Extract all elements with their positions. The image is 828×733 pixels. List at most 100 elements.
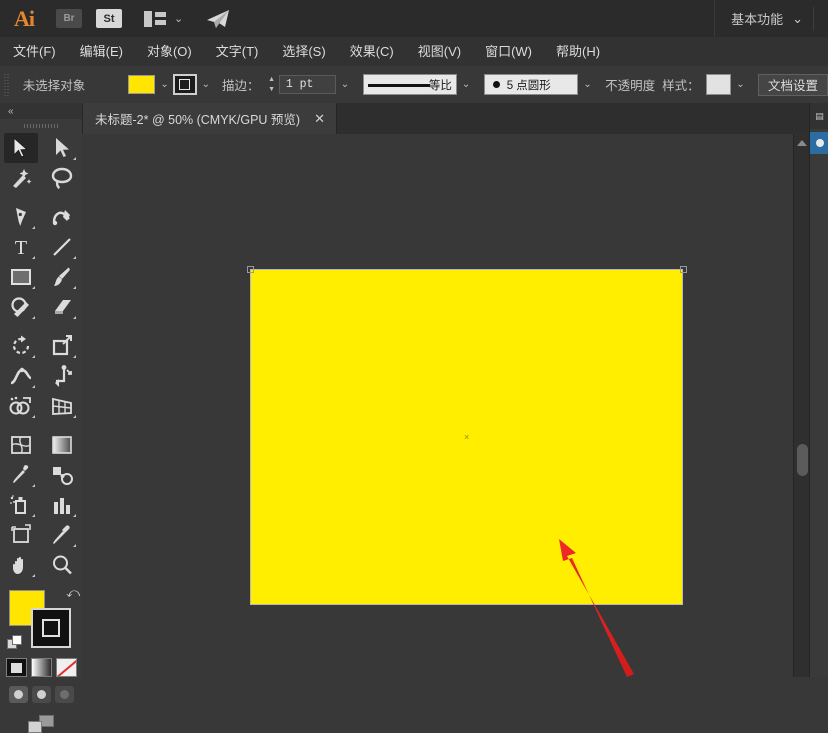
fill-chevron-down-icon[interactable]: ⌄	[160, 79, 168, 90]
perspective-grid-tool[interactable]	[45, 391, 79, 421]
pen-tool[interactable]	[4, 202, 38, 232]
free-transform-tool[interactable]	[45, 361, 79, 391]
lasso-tool[interactable]	[45, 163, 79, 193]
eyedropper-tool[interactable]	[4, 460, 38, 490]
bridge-icon[interactable]: Br	[56, 9, 82, 28]
document-setup-button[interactable]: 文档设置	[758, 73, 828, 96]
canvas-area[interactable]: ×	[82, 134, 793, 677]
stroke-weight-input[interactable]: 1 pt	[278, 75, 336, 94]
shaper-tool[interactable]	[4, 292, 38, 322]
scroll-up-arrow-icon[interactable]	[797, 140, 807, 146]
menu-view[interactable]: 视图(V)	[406, 37, 473, 66]
change-screen-mode-button[interactable]	[0, 715, 82, 733]
tool-flyout-indicator-icon	[72, 355, 76, 358]
swap-fill-stroke-icon[interactable]: ⤺	[66, 585, 80, 601]
stroke-weight-chevron-down-icon[interactable]: ⌄	[341, 79, 349, 90]
fill-color-swatch[interactable]	[128, 75, 156, 94]
artboard[interactable]: ×	[250, 269, 683, 605]
symbol-sprayer-tool[interactable]	[4, 490, 38, 520]
stroke-color-indicator[interactable]	[31, 608, 71, 648]
drawing-mode-normal-button[interactable]	[8, 686, 28, 703]
slice-tool[interactable]	[45, 520, 79, 550]
scrollbar-thumb[interactable]	[797, 444, 808, 476]
hand-tool[interactable]	[4, 550, 38, 580]
tool-flyout-indicator-icon	[72, 316, 76, 319]
share-icon[interactable]	[205, 8, 231, 30]
color-button[interactable]	[5, 658, 27, 677]
control-bar-grip[interactable]	[4, 73, 9, 96]
brush-preview-icon	[492, 81, 500, 88]
tool-flyout-indicator-icon	[31, 484, 35, 487]
ai-logo-icon: Ai	[14, 5, 35, 31]
brush-definition-dropdown[interactable]: 5 点圆形	[483, 74, 579, 95]
stroke-weight-stepper[interactable]: ▲ ▼	[266, 75, 276, 94]
menu-select[interactable]: 选择(S)	[270, 37, 337, 66]
eraser-tool[interactable]	[45, 292, 79, 322]
artboard-corner-handle[interactable]	[247, 266, 254, 273]
layers-icon[interactable]	[810, 132, 828, 154]
properties-icon[interactable]: ▤	[810, 103, 828, 129]
document-tab[interactable]: 未标题-2* @ 50% (CMYK/GPU 预览) ✕	[82, 103, 337, 134]
drawing-mode-inside-button[interactable]	[54, 686, 74, 703]
style-chevron-down-icon[interactable]: ⌄	[736, 79, 744, 90]
tool-flyout-indicator-icon	[72, 415, 76, 418]
selection-tool[interactable]	[3, 133, 38, 163]
rectangle-tool[interactable]	[4, 262, 38, 292]
column-graph-tool[interactable]	[45, 490, 79, 520]
stroke-weight-label: 描边：	[221, 79, 260, 93]
width-tool[interactable]	[4, 361, 38, 391]
workspace-chevron-down-icon[interactable]: ⌄	[792, 11, 803, 27]
tool-flyout-indicator-icon	[31, 385, 35, 388]
stroke-profile-chevron-down-icon[interactable]: ⌄	[462, 79, 470, 90]
tool-flyout-indicator-icon	[72, 544, 76, 547]
artboard-corner-handle[interactable]	[680, 266, 687, 273]
mesh-tool[interactable]	[4, 430, 38, 460]
menu-object[interactable]: 对象(O)	[135, 37, 204, 66]
curvature-tool[interactable]	[45, 202, 79, 232]
brush-chevron-down-icon[interactable]: ⌄	[583, 79, 591, 90]
arrange-documents-icon[interactable]	[144, 10, 166, 27]
tool-flyout-indicator-icon	[31, 226, 35, 229]
blend-tool[interactable]	[45, 460, 79, 490]
opacity-label[interactable]: 不透明度	[605, 75, 655, 94]
stroke-profile-dropdown[interactable]: 等比	[362, 74, 457, 95]
menu-effect[interactable]: 效果(C)	[338, 37, 406, 66]
line-segment-tool[interactable]	[45, 232, 79, 262]
collapse-panel-icon[interactable]: «	[8, 106, 13, 117]
none-button[interactable]	[55, 658, 77, 677]
stock-icon[interactable]: St	[96, 9, 122, 28]
scale-tool[interactable]	[45, 331, 79, 361]
drawing-mode-behind-button[interactable]	[31, 686, 51, 703]
rotate-tool[interactable]	[4, 331, 38, 361]
gradient-button[interactable]	[30, 658, 52, 677]
menu-file[interactable]: 文件(F)	[0, 37, 68, 66]
type-tool[interactable]: T	[4, 232, 38, 262]
svg-text:T: T	[14, 237, 26, 258]
shape-builder-tool[interactable]	[4, 391, 38, 421]
appbar-divider	[813, 6, 814, 31]
menu-help[interactable]: 帮助(H)	[544, 37, 612, 66]
stroke-chevron-down-icon[interactable]: ⌄	[202, 79, 210, 90]
zoom-tool[interactable]	[45, 550, 79, 580]
vertical-scrollbar[interactable]	[793, 134, 810, 677]
close-icon[interactable]: ✕	[314, 112, 325, 125]
screen-mode-buttons	[0, 686, 82, 703]
arrange-chevron-down-icon[interactable]: ⌄	[174, 12, 183, 25]
tools-panel-grip[interactable]	[0, 119, 82, 133]
document-tab-bar: 未标题-2* @ 50% (CMYK/GPU 预览) ✕	[82, 103, 828, 135]
menu-edit[interactable]: 编辑(E)	[68, 37, 135, 66]
menu-type[interactable]: 文字(T)	[204, 37, 271, 66]
artboard-tool[interactable]	[4, 520, 38, 550]
workspace-switcher[interactable]: 基本功能 ⌄	[714, 0, 813, 37]
menu-window[interactable]: 窗口(W)	[473, 37, 544, 66]
screen-mode-icon	[28, 715, 54, 733]
gradient-tool[interactable]	[45, 430, 79, 460]
paintbrush-tool[interactable]	[45, 262, 79, 292]
stroke-color-swatch[interactable]	[172, 74, 197, 95]
color-mode-buttons	[0, 658, 82, 677]
direct-selection-tool[interactable]	[45, 133, 79, 163]
fill-stroke-controls: ⤺	[5, 585, 80, 650]
magic-wand-tool[interactable]	[4, 163, 38, 193]
default-fill-stroke-icon[interactable]	[7, 635, 22, 650]
graphic-style-swatch[interactable]	[705, 74, 732, 95]
